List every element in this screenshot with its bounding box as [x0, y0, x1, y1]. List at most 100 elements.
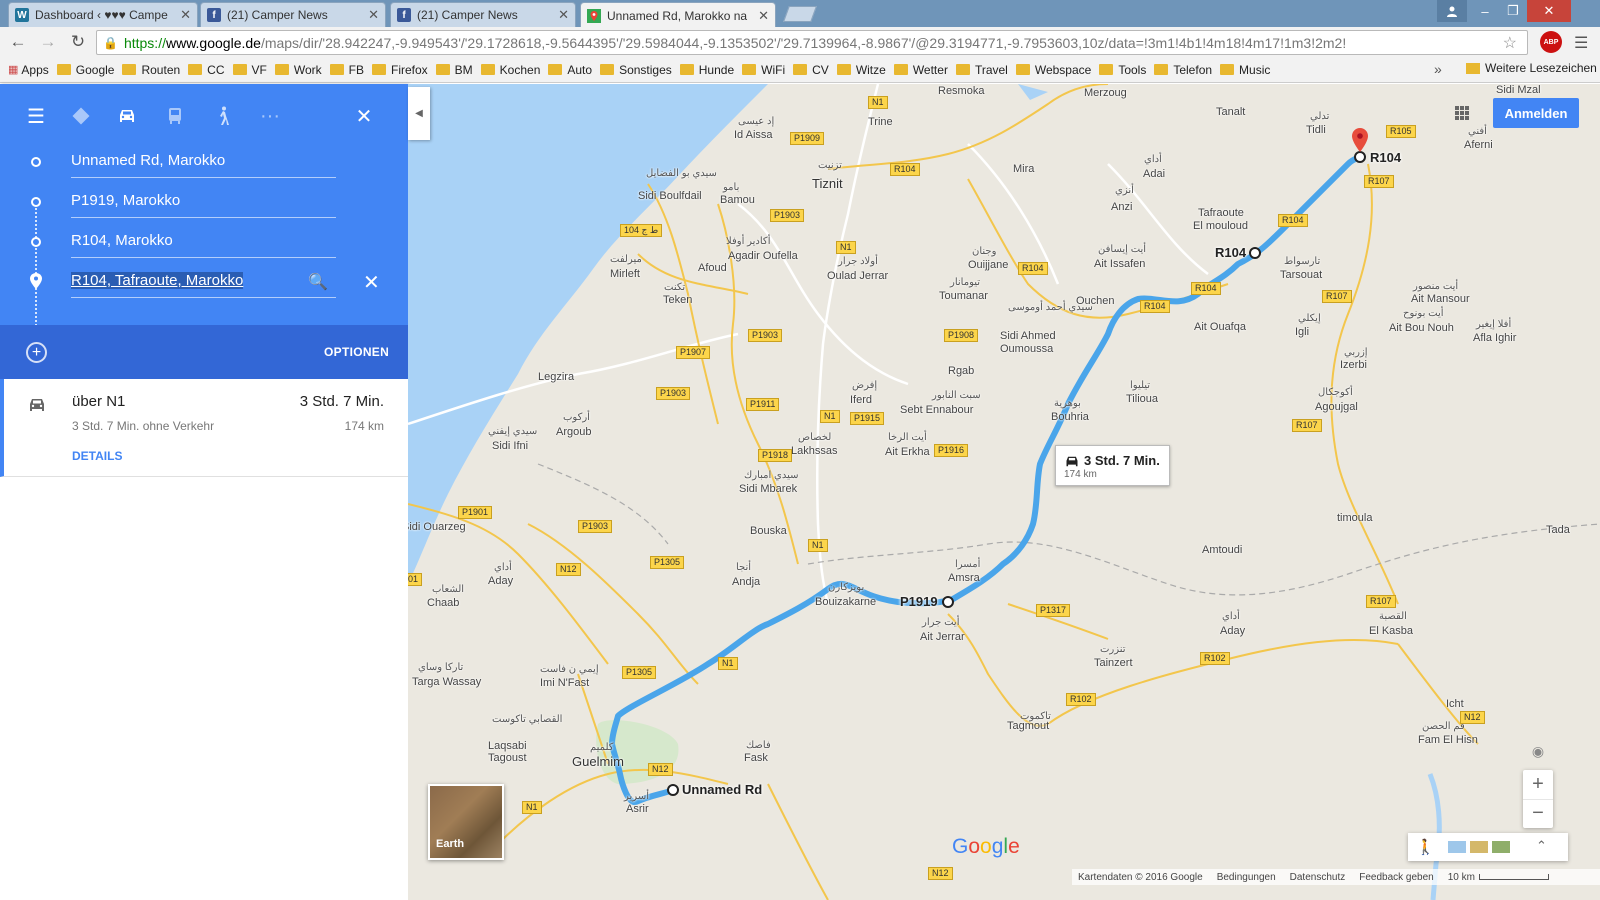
- place-label: سيدي إيفني: [488, 426, 538, 437]
- best-route-icon[interactable]: [67, 102, 95, 130]
- map-layers-strip[interactable]: 🚶 ⌃: [1408, 833, 1568, 861]
- adblock-plus-icon[interactable]: ABP: [1540, 31, 1562, 53]
- waypoint-row[interactable]: R104, Tafraoute, Marokko 🔍 ✕: [0, 264, 408, 304]
- folder-icon: [679, 64, 694, 75]
- remove-waypoint-icon[interactable]: ✕: [363, 270, 380, 295]
- waypoint-input[interactable]: R104, Marokko: [71, 232, 336, 258]
- destination-pin-icon[interactable]: [1352, 128, 1368, 152]
- browser-menu-icon[interactable]: ☰: [1574, 33, 1588, 53]
- close-icon[interactable]: ✕: [368, 7, 379, 23]
- route-info-callout[interactable]: 3 Std. 7 Min. 174 km: [1055, 445, 1170, 486]
- search-icon[interactable]: 🔍: [308, 272, 328, 292]
- folder-icon: [955, 64, 970, 75]
- close-icon[interactable]: ✕: [558, 7, 569, 23]
- tab-dashboard[interactable]: W Dashboard ‹ ♥♥♥ Campe ✕: [8, 2, 198, 27]
- bookmark-star-icon[interactable]: ☆: [1503, 33, 1517, 53]
- tab-camper-news-2[interactable]: f (21) Camper News ✕: [390, 2, 576, 27]
- minimize-icon[interactable]: –: [1471, 0, 1499, 22]
- place-label: Bouhria: [1051, 411, 1089, 423]
- wordpress-icon: W: [15, 8, 29, 22]
- bookmark-item[interactable]: Auto: [548, 63, 592, 77]
- waypoint-row[interactable]: Unnamed Rd, Marokko: [0, 144, 408, 184]
- bookmark-item[interactable]: Telefon: [1154, 63, 1212, 77]
- car-mode-icon[interactable]: [113, 102, 141, 130]
- bookmark-apps[interactable]: ▦ Apps: [8, 63, 49, 77]
- bookmark-item[interactable]: Work: [274, 63, 322, 77]
- details-link[interactable]: DETAILS: [72, 449, 122, 463]
- transit-mode-icon[interactable]: [161, 102, 189, 130]
- reload-button[interactable]: ↻: [66, 30, 90, 54]
- bookmark-item[interactable]: Sonstiges: [600, 63, 672, 77]
- close-directions-icon[interactable]: ✕: [350, 102, 378, 130]
- new-tab-button[interactable]: [783, 6, 817, 22]
- place-label: أداي: [1144, 154, 1162, 165]
- scale-bar[interactable]: 10 km: [1448, 872, 1549, 883]
- bookmark-item[interactable]: FB: [329, 63, 364, 77]
- waypoint-input[interactable]: Unnamed Rd, Marokko: [71, 152, 336, 178]
- waypoint-input[interactable]: R104, Tafraoute, Marokko: [71, 272, 336, 298]
- bookmarks-more-button[interactable]: »: [1434, 61, 1442, 77]
- earth-view-toggle[interactable]: Earth: [428, 784, 504, 860]
- zoom-out-button[interactable]: −: [1523, 799, 1553, 827]
- feedback-link[interactable]: Feedback geben: [1359, 872, 1434, 883]
- walking-mode-icon[interactable]: [209, 102, 237, 130]
- waypoint-input[interactable]: P1919, Marokko: [71, 192, 336, 218]
- waypoint-marker[interactable]: [1354, 151, 1366, 163]
- bookmark-item[interactable]: CV: [793, 63, 829, 77]
- restore-icon[interactable]: ❐: [1499, 0, 1527, 22]
- bookmark-item[interactable]: Kochen: [480, 63, 540, 77]
- bookmark-item[interactable]: Travel: [955, 63, 1008, 77]
- folder-icon: [1220, 64, 1235, 75]
- bookmark-item[interactable]: Firefox: [371, 63, 428, 77]
- close-icon[interactable]: ✕: [180, 7, 191, 23]
- terrain-layer-icon[interactable]: [1470, 841, 1488, 853]
- map-canvas[interactable]: Resmoka Merzoug إد عيسى Id Aissa Trine ت…: [408, 84, 1600, 900]
- menu-icon[interactable]: ☰: [22, 102, 50, 130]
- zoom-in-button[interactable]: +: [1523, 770, 1553, 798]
- close-window-icon[interactable]: ✕: [1527, 0, 1571, 22]
- apps-grid-icon[interactable]: [1455, 106, 1469, 120]
- tab-google-maps[interactable]: Unnamed Rd, Marokko na ✕: [580, 2, 776, 28]
- terms-link[interactable]: Bedingungen: [1217, 872, 1276, 883]
- photos-layer-icon[interactable]: [1448, 841, 1466, 853]
- close-icon[interactable]: ✕: [758, 8, 769, 24]
- waypoint-row[interactable]: R104, Marokko: [0, 224, 408, 264]
- bookmark-item[interactable]: Tools: [1099, 63, 1146, 77]
- waypoint-marker[interactable]: [942, 596, 954, 608]
- place-label: Guelmim: [572, 754, 625, 769]
- add-destination-icon[interactable]: +: [26, 342, 47, 363]
- expand-chevron-icon[interactable]: ⌃: [1536, 838, 1547, 854]
- pegman-icon[interactable]: 🚶: [1416, 838, 1435, 856]
- bookmark-item[interactable]: WiFi: [742, 63, 785, 77]
- collapse-panel-button[interactable]: ◀: [408, 87, 430, 140]
- more-modes-icon[interactable]: ···: [256, 102, 284, 130]
- sign-in-button[interactable]: Anmelden: [1493, 98, 1579, 128]
- bookmark-item[interactable]: BM: [435, 63, 473, 77]
- user-icon[interactable]: [1437, 0, 1467, 22]
- route-option[interactable]: über N1 3 Std. 7 Min. 3 Std. 7 Min. ohne…: [0, 379, 408, 477]
- bookmark-item[interactable]: Witze: [836, 63, 886, 77]
- bookmark-other[interactable]: Weitere Lesezeichen: [1466, 61, 1597, 75]
- bookmark-item[interactable]: Google: [56, 63, 114, 77]
- route-time: 3 Std. 7 Min.: [299, 393, 384, 410]
- place-label: أركوب: [563, 412, 590, 423]
- address-bar[interactable]: 🔒 https://www.google.de/maps/dir/'28.942…: [96, 30, 1528, 55]
- place-label: Ait Erkha: [885, 446, 930, 458]
- bookmark-item[interactable]: Webspace: [1015, 63, 1091, 77]
- privacy-link[interactable]: Datenschutz: [1290, 872, 1346, 883]
- bookmark-item[interactable]: Wetter: [893, 63, 948, 77]
- satellite-layer-icon[interactable]: [1492, 841, 1510, 853]
- my-location-icon[interactable]: ◉: [1527, 740, 1549, 762]
- waypoint-marker[interactable]: [667, 784, 679, 796]
- tab-camper-news-1[interactable]: f (21) Camper News ✕: [200, 2, 386, 27]
- bookmark-item[interactable]: CC: [188, 63, 225, 77]
- waypoint-row[interactable]: P1919, Marokko: [0, 184, 408, 224]
- bookmark-item[interactable]: Routen: [122, 63, 180, 77]
- options-button[interactable]: OPTIONEN: [324, 345, 389, 359]
- bookmark-item[interactable]: Hunde: [679, 63, 734, 77]
- waypoint-marker[interactable]: [1249, 247, 1261, 259]
- bookmark-item[interactable]: Music: [1220, 63, 1270, 77]
- bookmark-item[interactable]: VF: [232, 63, 267, 77]
- forward-button[interactable]: →: [36, 30, 60, 54]
- back-button[interactable]: ←: [6, 30, 30, 54]
